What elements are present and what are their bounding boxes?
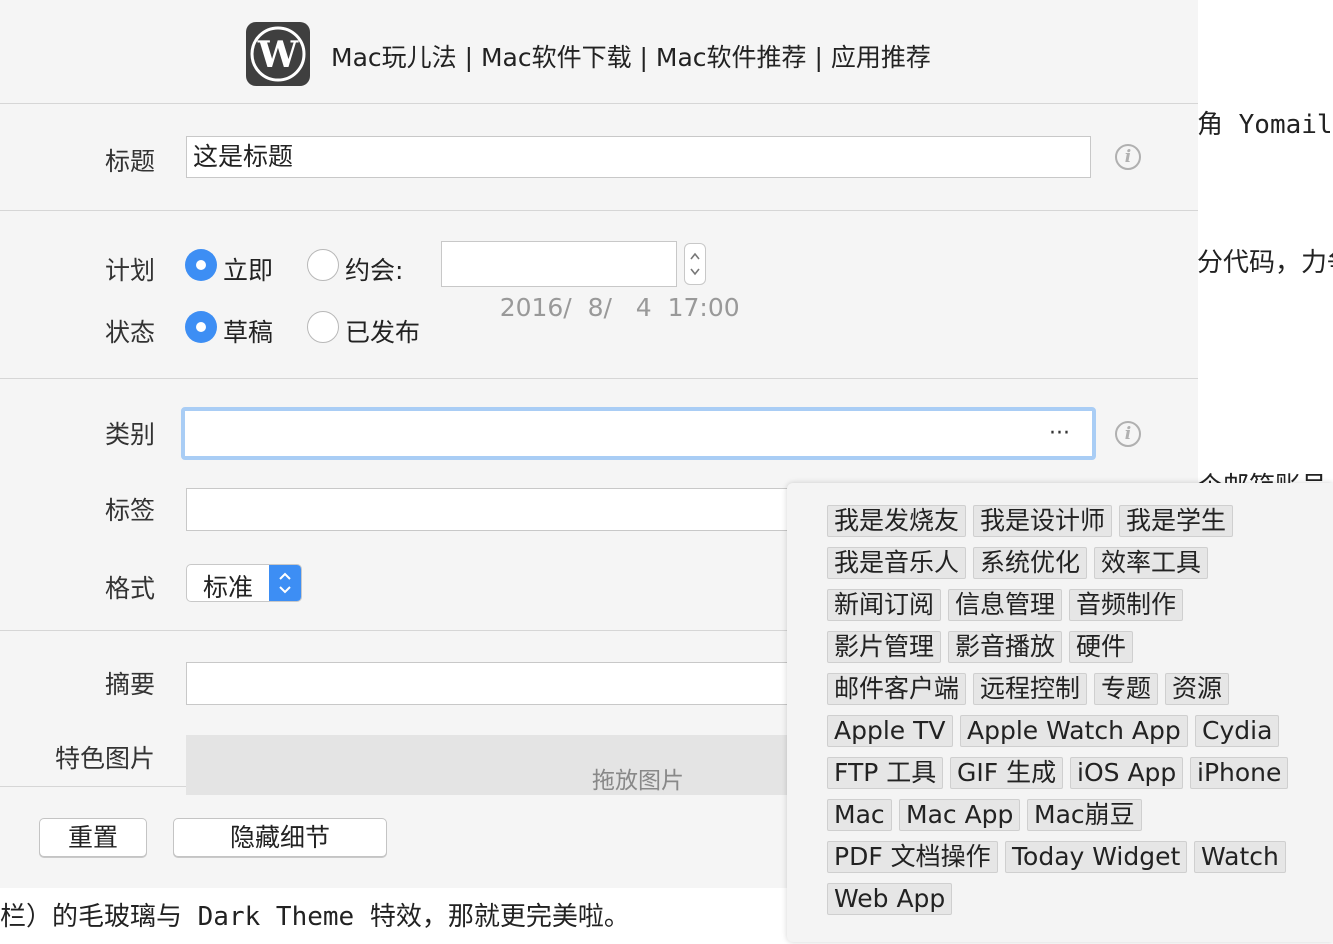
category-tag[interactable]: 远程控制	[973, 673, 1088, 705]
background-text-bottom: 栏）的毛玻璃与 Dark Theme 特效，那就更完美啦。	[0, 902, 630, 932]
category-tag[interactable]: Mac App	[899, 799, 1021, 831]
schedule-label: 计划	[104, 256, 155, 285]
category-tag[interactable]: iPhone	[1190, 757, 1289, 789]
category-tag[interactable]: Apple TV	[827, 715, 953, 747]
status-published-label: 已发布	[345, 318, 421, 347]
category-more-button[interactable]: ···	[1049, 421, 1070, 446]
wordpress-icon: W	[246, 22, 310, 86]
title-label: 标题	[104, 147, 155, 176]
stepper-arrows-icon	[690, 252, 700, 276]
category-tag[interactable]: 信息管理	[948, 589, 1063, 621]
tags-label: 标签	[104, 496, 155, 525]
drop-image-text: 拖放图片	[592, 768, 684, 794]
datetime-field[interactable]: 2016/ 8/ 4 17:00	[441, 241, 740, 322]
title-input[interactable]: 这是标题	[186, 136, 1091, 178]
category-info-icon[interactable]: i	[1115, 421, 1141, 447]
excerpt-input[interactable]	[186, 662, 886, 705]
hide-details-button[interactable]: 隐藏细节	[173, 818, 387, 857]
category-tag[interactable]: 硬件	[1069, 631, 1134, 663]
category-tag[interactable]: Cydia	[1195, 715, 1280, 747]
category-tag[interactable]: 音频制作	[1069, 589, 1184, 621]
title-input-value: 这是标题	[193, 142, 294, 171]
schedule-now-radio[interactable]	[185, 249, 217, 281]
category-tag[interactable]: 新闻订阅	[827, 589, 942, 621]
category-tag[interactable]: Web App	[827, 883, 953, 915]
excerpt-label: 摘要	[104, 670, 155, 699]
datetime-stepper[interactable]	[684, 243, 706, 285]
category-tag[interactable]: Mac崩豆	[1027, 799, 1142, 831]
format-select-value: 标准	[203, 573, 254, 602]
category-tag[interactable]: GIF 生成	[950, 757, 1064, 789]
category-tag[interactable]: FTP 工具	[827, 757, 944, 789]
schedule-date-label: 约会:	[345, 256, 404, 285]
background-text-line-2: 分代码，力争	[1197, 248, 1333, 278]
status-draft-label: 草稿	[223, 318, 274, 347]
reset-button[interactable]: 重置	[39, 818, 147, 857]
category-tag[interactable]: Watch	[1194, 841, 1286, 873]
info-icon[interactable]: i	[1115, 144, 1141, 170]
category-tag[interactable]: iOS App	[1070, 757, 1184, 789]
background-text-line-1: 角 Yomail	[1197, 110, 1333, 140]
format-select[interactable]: 标准	[186, 564, 302, 602]
title-section: 标题 这是标题 i	[0, 104, 1198, 211]
category-tag[interactable]: 我是音乐人	[827, 547, 967, 579]
svg-text:W: W	[257, 34, 299, 76]
category-label: 类别	[104, 420, 155, 449]
category-popover: 我是发烧友 我是设计师 我是学生 我是音乐人 系统优化 效率工具 新闻订阅 信息管理 音频制作影…	[787, 483, 1333, 942]
select-arrows-icon	[269, 565, 301, 601]
featured-image-label: 特色图片	[54, 744, 155, 773]
category-tag[interactable]: 系统优化	[973, 547, 1088, 579]
site-title: Mac玩儿法 | Mac软件下载 | Mac软件推荐 | 应用推荐	[331, 43, 931, 72]
category-tag[interactable]: Today Widget	[1005, 841, 1188, 873]
category-tag[interactable]: 专题	[1094, 673, 1159, 705]
format-label: 格式	[104, 574, 155, 603]
status-published-radio[interactable]	[307, 311, 339, 343]
category-tag[interactable]: 邮件客户端	[827, 673, 967, 705]
category-tag[interactable]: 效率工具	[1094, 547, 1209, 579]
datetime-value: 2016/ 8/ 4 17:00	[499, 293, 740, 322]
category-tag[interactable]: 我是发烧友	[827, 505, 967, 537]
status-label: 状态	[104, 318, 155, 347]
category-tag[interactable]: Mac	[827, 799, 892, 831]
category-tag[interactable]: Apple Watch App	[960, 715, 1188, 747]
schedule-now-label: 立即	[223, 256, 274, 285]
category-input[interactable]: ···	[181, 407, 1096, 460]
category-tag[interactable]: 我是学生	[1119, 505, 1234, 537]
category-tag[interactable]: 影音播放	[948, 631, 1063, 663]
tags-input[interactable]	[186, 488, 886, 531]
dialog-header: W Mac玩儿法 | Mac软件下载 | Mac软件推荐 | 应用推荐	[0, 0, 1198, 104]
category-tag[interactable]: 资源	[1165, 673, 1230, 705]
schedule-date-radio[interactable]	[307, 249, 339, 281]
category-tag[interactable]: 影片管理	[827, 631, 942, 663]
category-tag[interactable]: PDF 文档操作	[827, 841, 998, 873]
schedule-section: 计划 立即 约会: 2016/ 8/ 4 17:00 状态 草稿 已发布	[0, 211, 1198, 379]
status-draft-radio[interactable]	[185, 311, 217, 343]
category-tag[interactable]: 我是设计师	[973, 505, 1113, 537]
